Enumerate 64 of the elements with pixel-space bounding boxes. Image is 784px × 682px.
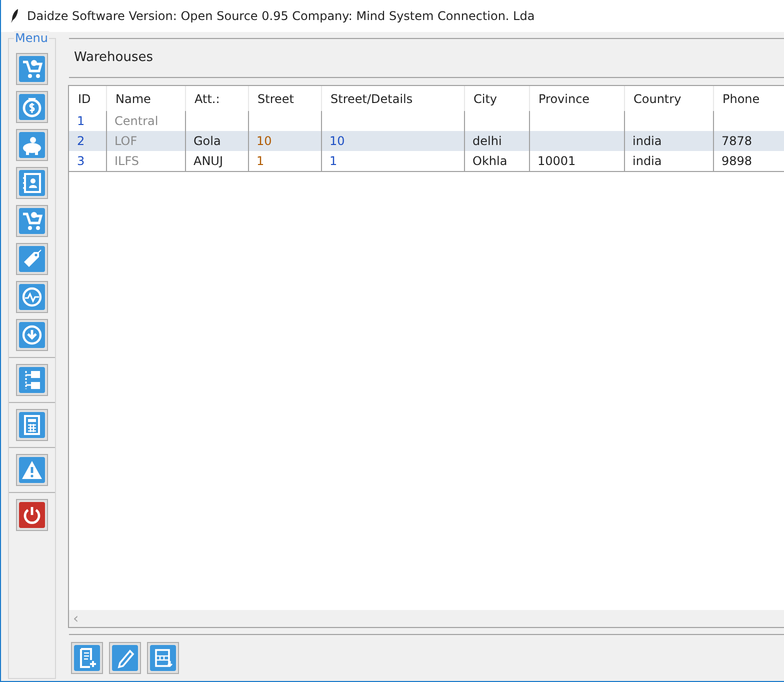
contacts-book-icon (19, 170, 45, 196)
warning-icon (19, 457, 45, 483)
column-header[interactable]: Att.: (185, 86, 248, 111)
table-cell: 10 (330, 134, 345, 148)
cart-icon (19, 56, 45, 82)
feather-icon (11, 9, 19, 23)
calculator-icon (19, 412, 45, 438)
menu-button[interactable] (16, 281, 48, 313)
panel-title: Warehouses (74, 49, 154, 68)
menu-button[interactable] (16, 91, 48, 123)
menu-button[interactable] (16, 454, 48, 486)
table-row[interactable]: 3 ILFS ANUJ 1 1 Okhla 10001 india 9898 (69, 151, 784, 171)
money-bag-icon (19, 94, 45, 120)
download-icon (19, 322, 45, 348)
menu-button[interactable] (16, 53, 48, 85)
toolbar-button[interactable] (109, 642, 141, 674)
table-cell: ANUJ (194, 154, 224, 168)
menu-button[interactable] (16, 243, 48, 275)
menu-button[interactable] (16, 364, 48, 396)
menu-legend: Menu (14, 31, 49, 45)
table-cell: Gola (194, 134, 221, 148)
hierarchy-icon (19, 367, 45, 393)
table-cell: 1 (330, 154, 338, 168)
table-cell: Central (114, 114, 158, 128)
column-header[interactable]: Country (624, 86, 713, 111)
power-icon (19, 502, 45, 528)
column-header[interactable]: City (464, 86, 529, 111)
pulse-icon (19, 284, 45, 310)
menu-button[interactable] (16, 205, 48, 237)
table-cell: 7878 (722, 134, 752, 148)
column-header[interactable]: Name (106, 86, 185, 111)
menu-button[interactable] (16, 499, 48, 531)
table-cell: LOF (114, 134, 138, 148)
table-cell: india (632, 154, 662, 168)
toolbar-button[interactable] (71, 642, 103, 674)
window-title: Daidze Software Version: Open Source 0.95 Company: Mind System Connection. Lda (27, 8, 535, 25)
piggy-bank-icon (19, 132, 45, 158)
table-cell: 3 (77, 154, 85, 168)
menu-button[interactable] (16, 167, 48, 199)
table-cell: ILFS (114, 154, 140, 168)
table-cell: Okhla (472, 154, 508, 168)
column-header[interactable]: ID (69, 86, 106, 111)
toolbar-button[interactable] (147, 642, 179, 674)
column-header[interactable]: Street (248, 86, 321, 111)
table-cell: 10001 (538, 154, 576, 168)
new-document-icon (74, 645, 100, 671)
table-cell: delhi (472, 134, 502, 148)
table-cell: india (632, 134, 662, 148)
table-cell: 9898 (722, 154, 752, 168)
column-header[interactable]: Phone (713, 86, 784, 111)
table-row[interactable]: 2 LOF Gola 10 10 delhi india 7878 (69, 131, 784, 151)
pencil-icon (112, 645, 138, 671)
table-cell: 1 (77, 114, 85, 128)
tag-icon (19, 246, 45, 272)
menu-button[interactable] (16, 409, 48, 441)
table-cell: 10 (256, 134, 272, 148)
menu-button[interactable] (16, 129, 48, 161)
cart-icon (19, 208, 45, 234)
table-cell: 2 (77, 134, 85, 148)
menu-button[interactable] (16, 319, 48, 351)
column-header[interactable]: Province (529, 86, 624, 111)
table-cell: 1 (256, 154, 264, 168)
table-export-icon (150, 645, 176, 671)
column-header[interactable]: Street/Details (321, 86, 464, 111)
